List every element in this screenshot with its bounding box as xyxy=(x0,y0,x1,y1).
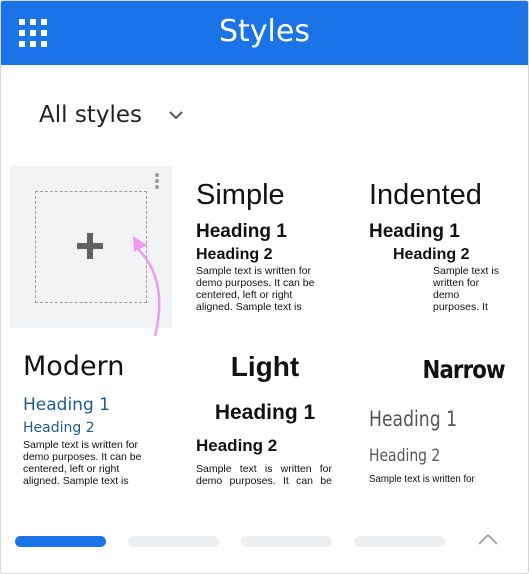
style-heading-1: Heading 1 xyxy=(369,407,458,431)
pager-dot-4[interactable] xyxy=(354,536,445,547)
header-bar: Styles xyxy=(1,1,528,65)
style-heading-2: Heading 2 xyxy=(369,446,441,466)
new-style-card[interactable] xyxy=(10,166,172,328)
style-heading-2: Heading 2 xyxy=(23,420,95,436)
style-filter-label: All styles xyxy=(39,102,142,128)
style-sample-text: Sample text is written for demo purposes… xyxy=(196,265,315,313)
style-name: Modern xyxy=(23,351,125,382)
style-name: Indented xyxy=(369,179,482,211)
pager-dot-3[interactable] xyxy=(241,536,332,547)
style-card-narrow[interactable]: Narrow Heading 1 Heading 2 Sample text i… xyxy=(369,351,509,489)
page-title: Styles xyxy=(219,14,310,49)
style-card-modern[interactable]: Modern Heading 1 Heading 2 Sample text i… xyxy=(23,351,157,489)
more-vert-icon[interactable] xyxy=(154,173,160,191)
style-heading-1: Heading 1 xyxy=(23,395,110,415)
style-sample-text: Sample text is written for xyxy=(369,473,475,485)
pager-dot-1[interactable] xyxy=(15,536,106,547)
style-heading-1: Heading 1 xyxy=(214,401,316,424)
chevron-down-icon xyxy=(169,111,183,120)
style-name: Light xyxy=(230,351,300,382)
style-sample-text: Sample text is written for demo purposes… xyxy=(196,463,332,487)
style-filter-dropdown[interactable]: All styles xyxy=(39,99,184,131)
style-sample-text: Sample text is written for demo purposes… xyxy=(23,439,142,487)
chevron-up-icon[interactable] xyxy=(476,531,500,547)
plus-icon xyxy=(77,233,103,259)
style-card-indented[interactable]: Indented Heading 1 Heading 2 Sample text… xyxy=(369,179,509,319)
style-heading-1: Heading 1 xyxy=(369,221,460,242)
style-card-light[interactable]: Light Heading 1 Heading 2 Sample text is… xyxy=(196,351,334,489)
styles-panel: Styles All styles Simple Heading 1 Headi… xyxy=(0,0,529,574)
style-name: Simple xyxy=(196,179,285,211)
style-heading-2: Heading 2 xyxy=(196,246,273,263)
style-heading-1: Heading 1 xyxy=(196,221,287,242)
pager-dot-2[interactable] xyxy=(128,536,219,547)
style-sample-text: Sample text is written for demo purposes… xyxy=(433,265,499,313)
style-heading-2: Heading 2 xyxy=(393,246,470,263)
style-name: Narrow xyxy=(422,355,506,384)
style-card-simple[interactable]: Simple Heading 1 Heading 2 Sample text i… xyxy=(196,179,330,319)
style-heading-2: Heading 2 xyxy=(196,436,278,455)
